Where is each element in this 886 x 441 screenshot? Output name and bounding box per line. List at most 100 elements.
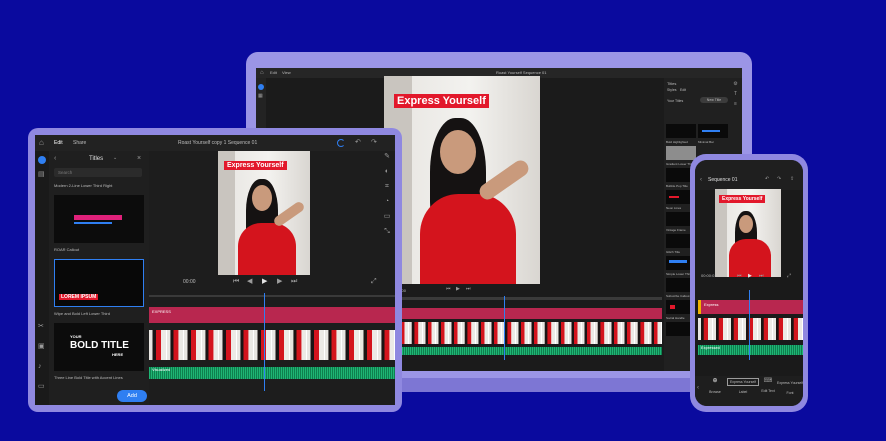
step-forward-icon[interactable]: ⏭ — [759, 274, 764, 279]
title-thumbnail[interactable] — [666, 124, 696, 138]
keyboard-icon: ⌨ — [763, 378, 773, 384]
effects-icon[interactable]: ▣ — [38, 343, 45, 350]
grid-icon[interactable]: ▦ — [258, 94, 263, 99]
laptop-video-preview[interactable]: Express Yourself — [384, 76, 540, 284]
phone-playhead[interactable] — [749, 290, 750, 360]
home-icon[interactable]: ⌂ — [260, 70, 264, 76]
share-icon[interactable]: ⇪ — [790, 177, 794, 182]
panel-title: Titles — [89, 156, 104, 162]
back-chevron-icon[interactable]: ‹ — [54, 155, 56, 162]
text-icon[interactable]: T — [731, 92, 740, 97]
audio-icon[interactable]: ♪ — [38, 363, 42, 370]
panel-label: Your Titles — [667, 99, 684, 103]
phone-bottom-toolbar: ‹ ⊕ Browse Express Yourself Label ⌨ Edit… — [695, 376, 803, 406]
title-thumbnail-bold[interactable]: YOUR BOLD TITLE HERE — [54, 323, 144, 371]
media-icon[interactable]: ▤ — [38, 171, 45, 178]
layers-icon[interactable]: ≡ — [731, 102, 740, 107]
tablet-video-track[interactable] — [149, 330, 395, 360]
tablet-topbar: ⌂ Edit Share Roast Yourself copy 1 Seque… — [35, 135, 395, 151]
captions-icon[interactable]: ▭ — [38, 383, 45, 390]
tablet-ruler — [149, 295, 395, 297]
font-button[interactable]: Express Yourself Font — [777, 378, 803, 402]
play-icon[interactable]: ▶ — [262, 278, 267, 285]
pen-icon[interactable]: ✎ — [381, 153, 393, 160]
tablet-left-rail: ▤ ✂ ▣ ♪ ▭ — [35, 151, 49, 405]
fullscreen-icon[interactable]: ⤢ — [787, 274, 791, 279]
fullscreen-icon[interactable]: ⤢ — [371, 278, 377, 285]
search-input[interactable]: Search — [54, 168, 142, 177]
new-title-button[interactable]: New Title — [700, 97, 728, 103]
skip-back-icon[interactable]: ⏮ — [233, 278, 239, 285]
step-back-icon[interactable]: ⏮ — [737, 274, 742, 279]
phone-video-track[interactable] — [698, 318, 803, 340]
menu-view[interactable]: View — [282, 70, 291, 75]
item-caption: ROAR Callout — [54, 247, 80, 252]
skip-forward-icon[interactable]: ⏭ — [291, 278, 297, 285]
thumbnail-caption: Simple Lower Third — [666, 272, 692, 276]
tab-edit[interactable]: Edit — [54, 140, 63, 146]
video-title-overlay[interactable]: Express Yourself — [394, 94, 489, 108]
title-thumbnail[interactable] — [698, 124, 728, 138]
gear-icon[interactable]: ⚙ — [731, 82, 740, 87]
tablet-app-window: ⌂ Edit Share Roast Yourself copy 1 Seque… — [35, 135, 395, 405]
tablet-audio-track[interactable]: Visualized — [149, 367, 395, 379]
step-back-icon[interactable]: ⏮ — [446, 287, 451, 292]
tablet-title-track[interactable]: EXPRESS — [149, 307, 395, 323]
add-button[interactable]: Add — [117, 390, 147, 402]
panel-tab-styles[interactable]: Styles — [667, 88, 677, 92]
menu-edit[interactable]: Edit — [270, 70, 277, 75]
chevron-down-icon[interactable]: ⌄ — [113, 156, 117, 161]
panel-title: Titles — [667, 81, 677, 86]
phone-audio-track[interactable]: Expressed — [698, 345, 803, 355]
step-forward-icon[interactable]: ⏭ — [466, 287, 471, 292]
title-thumbnail[interactable] — [666, 146, 696, 160]
phone-title-track[interactable]: Express — [698, 300, 803, 314]
avatar[interactable] — [38, 156, 46, 164]
timecode: 00:00 — [183, 279, 196, 285]
browse-button[interactable]: ⊕ Browse — [706, 378, 724, 402]
play-icon[interactable]: ▶ — [748, 274, 752, 279]
back-chevron-icon[interactable]: ‹ — [697, 385, 699, 391]
title-thumbnail-roar[interactable] — [54, 195, 144, 243]
resize-icon[interactable]: ⤡ — [381, 228, 393, 235]
tablet-transport: 00:00 ⏮ ◀ ▶ ▶ ⏭ ⤢ — [183, 277, 383, 287]
window-title: Roast Yourself Sequence 01 — [496, 70, 547, 75]
crop-icon[interactable]: ⌗ — [381, 183, 393, 190]
video-title-overlay[interactable]: Express Yourself — [224, 161, 287, 170]
undo-icon[interactable]: ↶ — [765, 177, 769, 182]
laptop-video-track[interactable] — [396, 322, 662, 344]
redo-icon[interactable]: ↷ — [777, 177, 781, 182]
title-thumbnail-wipe[interactable]: LOREM IPSUM — [54, 259, 144, 307]
tab-share[interactable]: Share — [73, 140, 86, 146]
titles-panel: ‹ Titles ⌄ × Search Modern 2-Line Lower … — [49, 151, 149, 405]
sync-icon — [337, 139, 345, 147]
close-icon[interactable]: × — [137, 155, 141, 162]
back-arrow-icon[interactable]: ‹ — [700, 177, 702, 183]
home-icon[interactable]: ⌂ — [39, 139, 44, 147]
undo-icon[interactable]: ↶ — [355, 139, 361, 146]
phone-transport: 00:00:01 ⏮ ▶ ⏭ ⤢ — [701, 272, 797, 282]
laptop-title-track[interactable] — [396, 308, 662, 319]
label-button[interactable]: Express Yourself Label — [727, 378, 759, 402]
step-forward-icon[interactable]: ▶ — [277, 278, 282, 285]
laptop-ruler — [396, 297, 662, 300]
play-icon[interactable]: ▶ — [456, 287, 460, 292]
item-caption: Modern 2-Line Lower Third Right — [54, 183, 113, 188]
thumbnail-caption: Minimal Bar — [698, 140, 714, 144]
speed-icon[interactable]: ◔ — [381, 198, 393, 205]
edit-text-button[interactable]: ⌨ Edit Text — [761, 378, 775, 402]
avatar[interactable] — [258, 84, 264, 90]
laptop-audio-track[interactable] — [396, 347, 662, 355]
phone-video-preview[interactable]: Express Yourself — [715, 189, 781, 277]
tablet-playhead[interactable] — [264, 293, 265, 391]
video-title-overlay[interactable]: Express Yourself — [719, 195, 766, 203]
transitions-icon[interactable]: ✂ — [38, 323, 44, 330]
laptop-playhead[interactable] — [504, 296, 505, 360]
text-icon[interactable]: ▭ — [381, 213, 393, 220]
color-icon[interactable]: ◐ — [381, 168, 393, 175]
step-back-icon[interactable]: ◀ — [247, 278, 252, 285]
thumbnail-caption: Glitch Title — [666, 250, 681, 254]
redo-icon[interactable]: ↷ — [371, 139, 377, 146]
tablet-video-preview[interactable]: Express Yourself — [218, 151, 310, 275]
panel-tab-edit[interactable]: Edit — [680, 88, 686, 92]
